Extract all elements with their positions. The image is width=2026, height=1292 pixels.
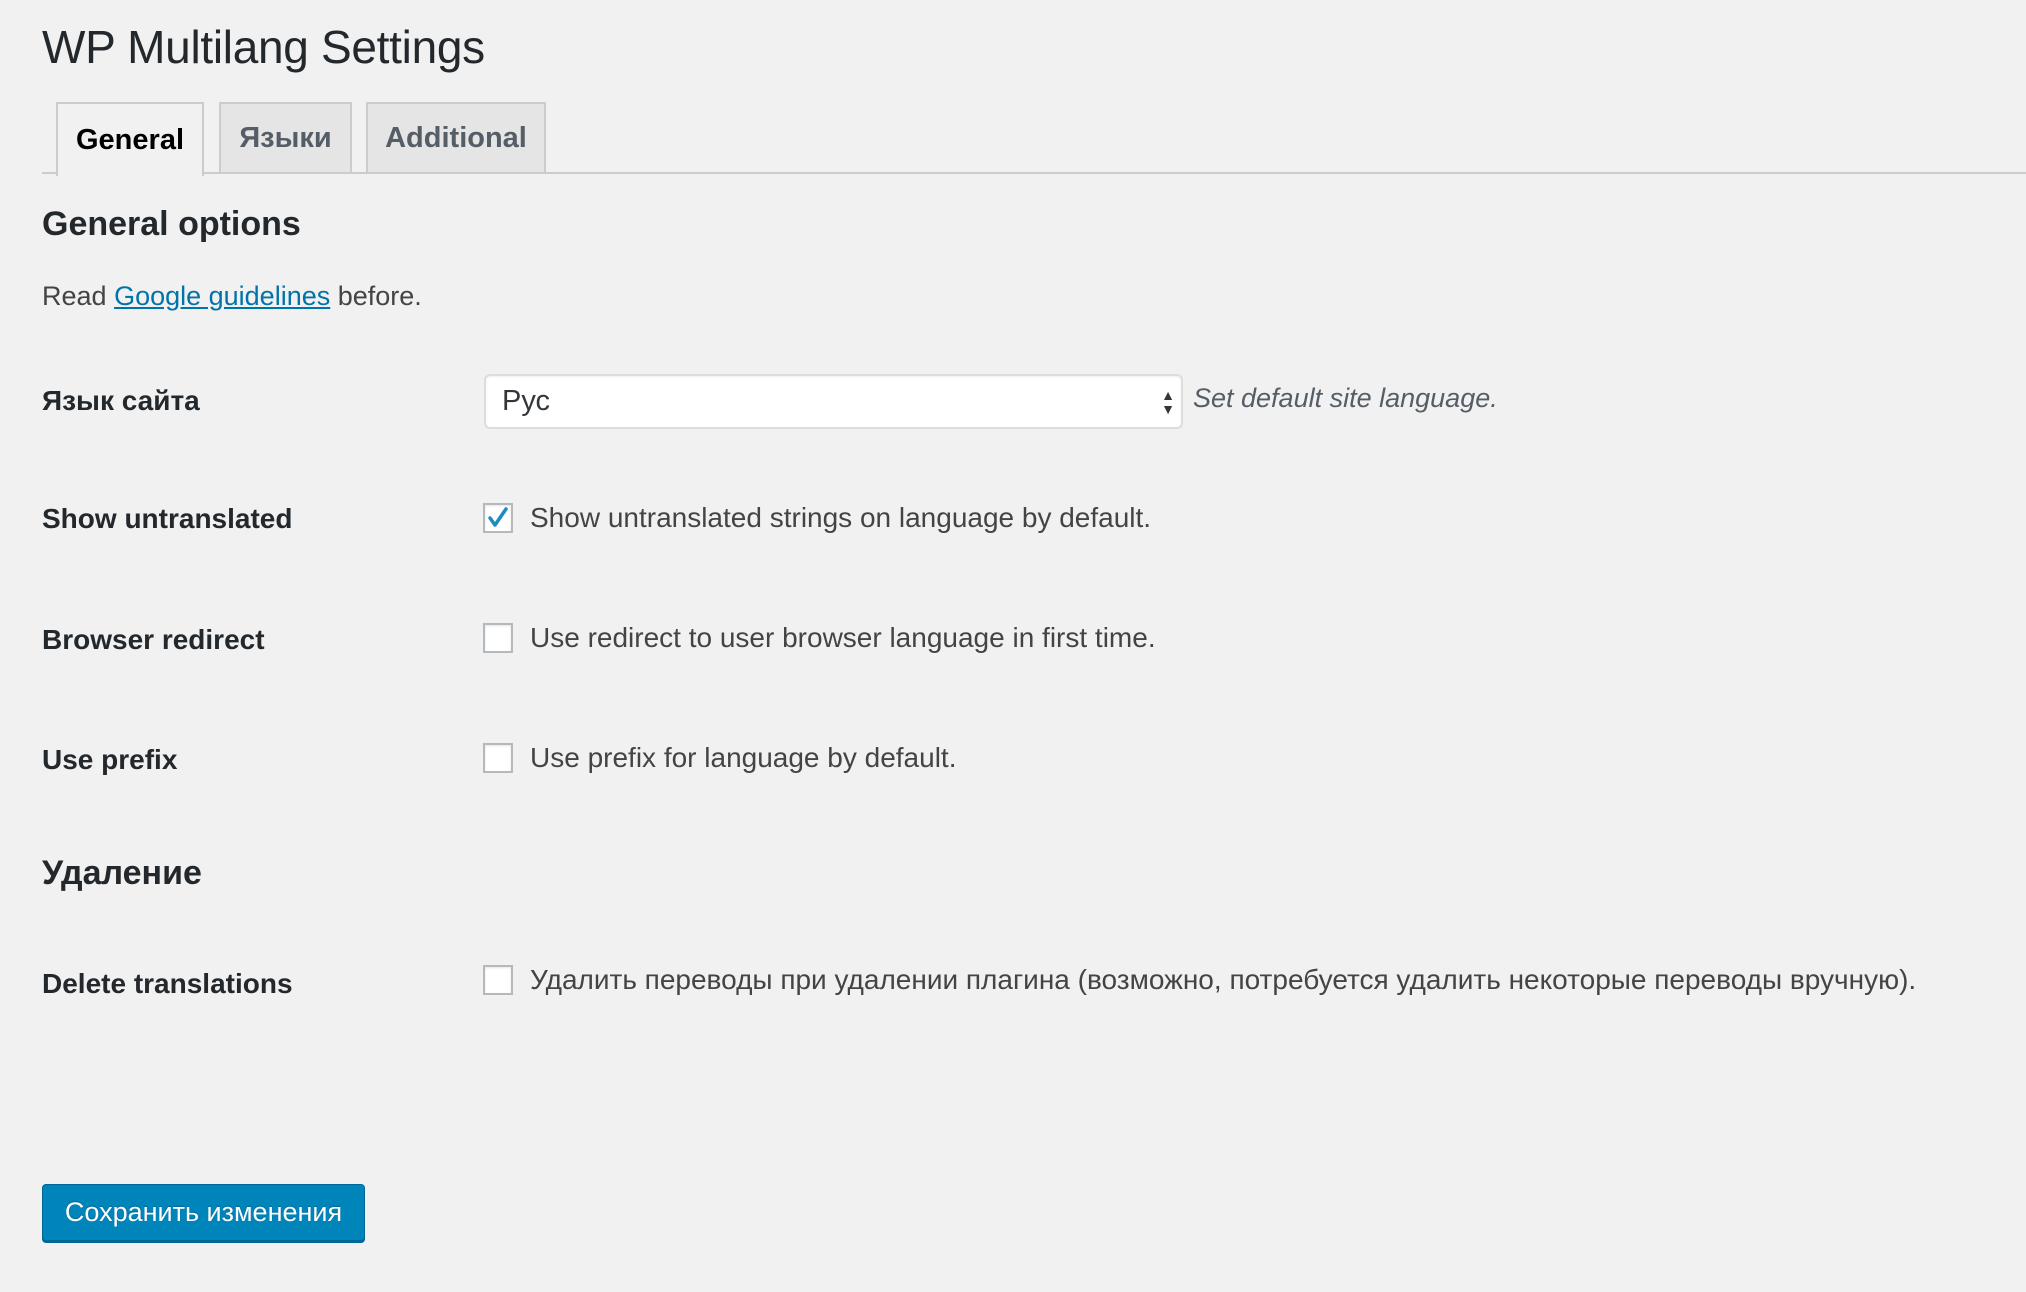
deletion-heading: Удаление (42, 854, 202, 892)
guidelines-suffix: before. (330, 281, 422, 311)
tab-general[interactable]: General (56, 102, 204, 176)
tabs-divider (42, 172, 2026, 174)
guidelines-prefix: Read (42, 281, 115, 311)
site-language-value: Рус (502, 385, 551, 417)
save-changes-button[interactable]: Сохранить изменения (42, 1184, 365, 1241)
use-prefix-checkbox[interactable] (483, 743, 513, 773)
browser-redirect-label: Browser redirect (42, 624, 265, 655)
site-language-select[interactable]: Рус ▲ ▼ (484, 374, 1183, 429)
delete-translations-checkbox[interactable] (483, 965, 513, 995)
google-guidelines-link[interactable]: Google guidelines (114, 281, 330, 311)
site-language-description: Set default site language. (1193, 383, 1498, 413)
general-options-heading: General options (42, 205, 301, 243)
page-title: WP Multilang Settings (42, 21, 485, 73)
show-untranslated-label: Show untranslated (42, 503, 293, 534)
show-untranslated-checkbox[interactable] (483, 503, 513, 533)
use-prefix-label: Use prefix (42, 744, 178, 775)
use-prefix-text: Use prefix for language by default. (530, 742, 957, 773)
delete-translations-text: Удалить переводы при удалении плагина (в… (530, 964, 1917, 995)
guidelines-note: Read Google guidelines before. (42, 281, 422, 312)
select-arrows-icon: ▲ ▼ (1161, 387, 1175, 417)
site-language-label: Язык сайта (42, 385, 200, 416)
browser-redirect-checkbox[interactable] (483, 623, 513, 653)
checkmark-icon (488, 507, 508, 527)
browser-redirect-text: Use redirect to user browser language in… (530, 622, 1156, 653)
show-untranslated-text: Show untranslated strings on language by… (530, 502, 1152, 533)
delete-translations-label: Delete translations (42, 968, 293, 999)
tab-additional[interactable]: Additional (366, 102, 546, 172)
tab-languages[interactable]: Языки (219, 102, 352, 172)
